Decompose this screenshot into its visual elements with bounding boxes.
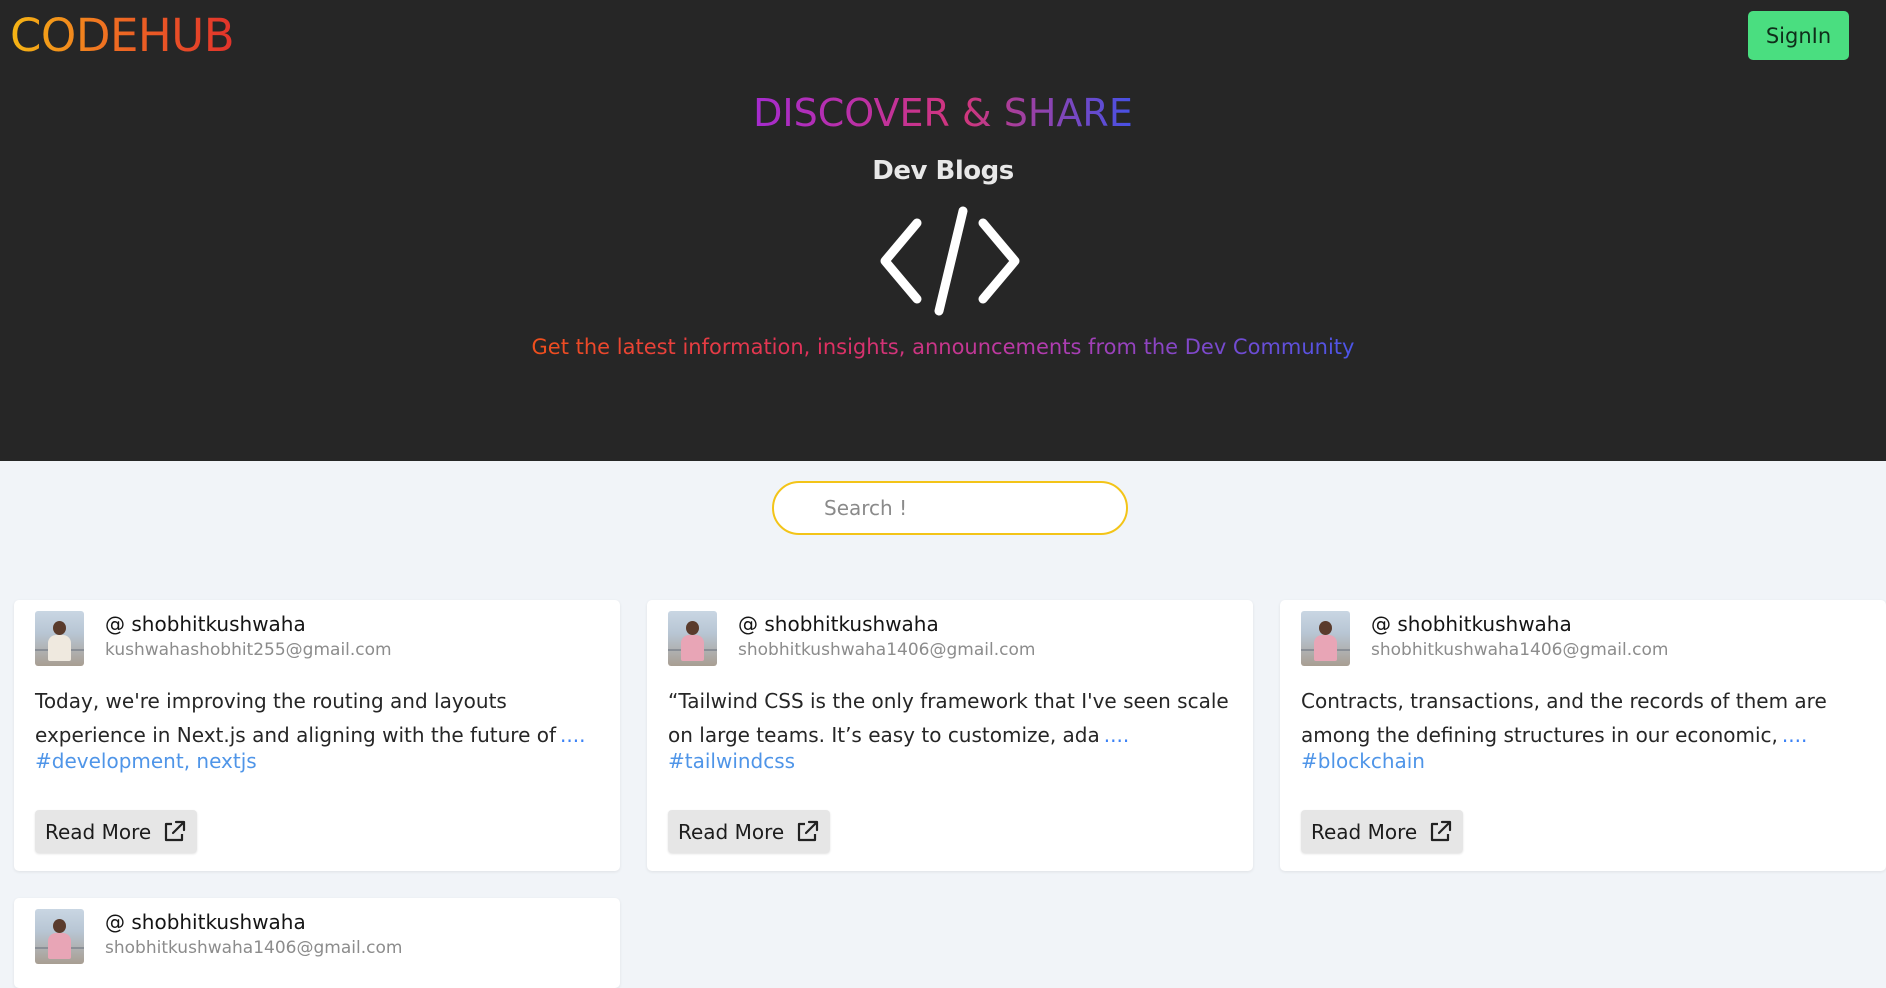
read-more-button[interactable]: Read More	[35, 810, 198, 853]
post-card: @ shobhitkushwaha kushwahashobhit255@gma…	[14, 600, 620, 871]
external-link-icon	[1431, 820, 1452, 841]
post-excerpt: “Tailwind CSS is the only framework that…	[668, 684, 1238, 752]
post-email: shobhitkushwaha1406@gmail.com	[1371, 640, 1669, 660]
post-excerpt: Contracts, transactions, and the records…	[1301, 684, 1871, 752]
post-more-link[interactable]: ....	[1782, 723, 1807, 747]
external-link-icon	[798, 820, 819, 841]
hero-title: DISCOVER & SHARE	[0, 90, 1886, 136]
read-more-label: Read More	[678, 819, 785, 844]
avatar	[668, 611, 717, 666]
post-card: @ shobhitkushwaha shobhitkushwaha1406@gm…	[14, 898, 620, 988]
hero-tagline-text: Get the latest information, insights, an…	[531, 335, 1355, 359]
hero-tagline: Get the latest information, insights, an…	[0, 333, 1886, 361]
hero-subtitle: Dev Blogs	[872, 156, 1014, 186]
avatar	[35, 909, 84, 964]
signin-button[interactable]: SignIn	[1748, 11, 1849, 60]
search-input[interactable]	[772, 481, 1128, 535]
avatar	[1301, 611, 1350, 666]
post-excerpt-text: Today, we're improving the routing and l…	[35, 689, 557, 747]
post-email: shobhitkushwaha1406@gmail.com	[738, 640, 1036, 660]
post-tags[interactable]: #tailwindcss	[668, 749, 795, 773]
post-card: @ shobhitkushwaha shobhitkushwaha1406@gm…	[647, 600, 1253, 871]
external-link-icon	[165, 820, 186, 841]
code-icon	[880, 206, 1020, 316]
avatar	[35, 611, 84, 666]
post-tags[interactable]: #development, nextjs	[35, 749, 257, 773]
hero-section: CODEHUB SignIn DISCOVER & SHARE Dev Blog…	[0, 0, 1886, 461]
post-username[interactable]: @ shobhitkushwaha	[105, 612, 306, 636]
hero-title-text: DISCOVER & SHARE	[753, 91, 1133, 135]
post-excerpt: Today, we're improving the routing and l…	[35, 684, 605, 752]
post-username[interactable]: @ shobhitkushwaha	[105, 910, 306, 934]
read-more-label: Read More	[1311, 819, 1418, 844]
logo[interactable]: CODEHUB	[10, 10, 235, 62]
read-more-label: Read More	[45, 819, 152, 844]
post-email: shobhitkushwaha1406@gmail.com	[105, 938, 403, 958]
post-username[interactable]: @ shobhitkushwaha	[1371, 612, 1572, 636]
post-more-link[interactable]: ....	[560, 723, 585, 747]
post-card: @ shobhitkushwaha shobhitkushwaha1406@gm…	[1280, 600, 1886, 871]
post-tags[interactable]: #blockchain	[1301, 749, 1425, 773]
post-username[interactable]: @ shobhitkushwaha	[738, 612, 939, 636]
post-more-link[interactable]: ....	[1104, 723, 1129, 747]
read-more-button[interactable]: Read More	[1301, 810, 1464, 853]
post-email: kushwahashobhit255@gmail.com	[105, 640, 392, 660]
post-excerpt-text: Contracts, transactions, and the records…	[1301, 689, 1827, 747]
post-excerpt-text: “Tailwind CSS is the only framework that…	[668, 689, 1229, 747]
read-more-button[interactable]: Read More	[668, 810, 831, 853]
